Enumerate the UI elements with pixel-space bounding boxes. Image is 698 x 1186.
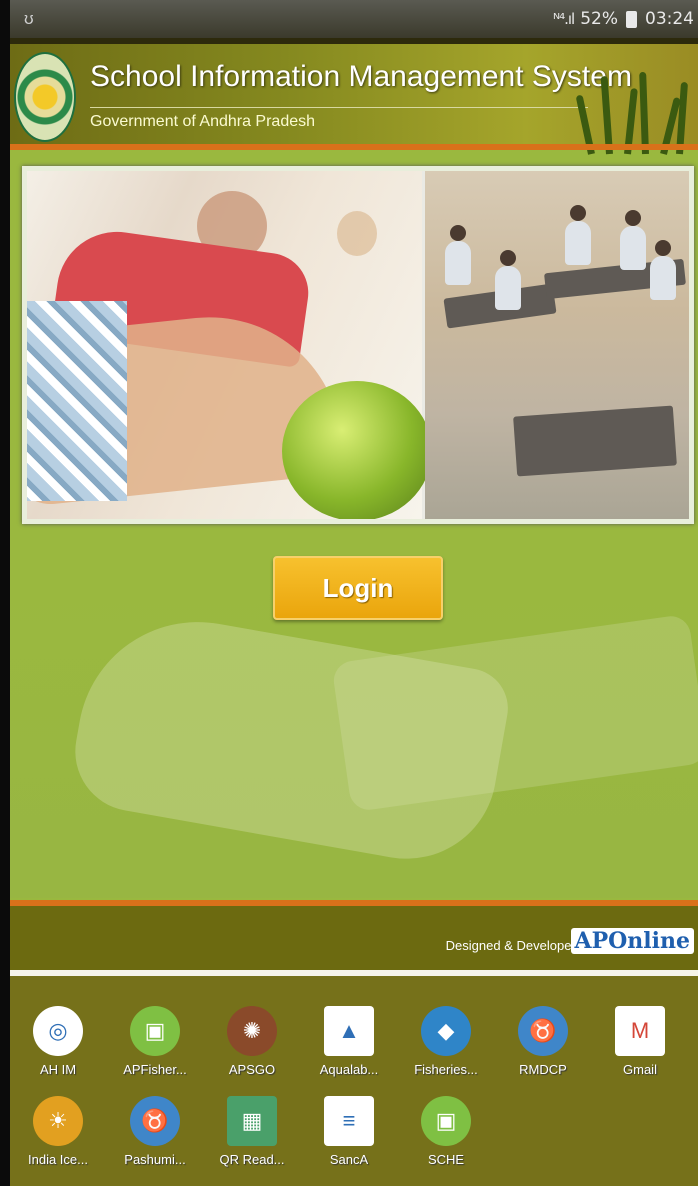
app-subtitle: Government of Andhra Pradesh — [90, 113, 316, 130]
dock-app-label: Aqualab... — [319, 1062, 379, 1077]
notification-icon: ʊ — [24, 9, 34, 28]
dock-app-apsgo[interactable]: ✺ APSGO — [204, 1006, 300, 1077]
government-emblem-icon — [14, 52, 76, 142]
dock-app-gmail[interactable]: M Gmail — [592, 1006, 688, 1077]
dock-app-sanca[interactable]: ≡ SancA — [301, 1096, 397, 1167]
screen-edge — [0, 0, 10, 1186]
dock-app-aqualab[interactable]: ▲ Aqualab... — [301, 1006, 397, 1077]
dock-app-label: Fisheries... — [414, 1062, 478, 1077]
login-button[interactable]: Login — [273, 556, 443, 620]
students-photo — [27, 171, 432, 519]
dock-app-label: APSGO — [228, 1062, 276, 1077]
dock-app-fisheries[interactable]: ◆ Fisheries... — [398, 1006, 494, 1077]
apple-image — [282, 381, 432, 519]
dock-app-pashumi[interactable]: ♉ Pashumi... — [107, 1096, 203, 1167]
signal-icon: ᴺ⁴.ıl — [553, 10, 575, 28]
app-footer: Designed & Developed by APOnline — [10, 900, 698, 970]
dock-app-label: RMDCP — [519, 1062, 567, 1077]
dock-app-label: Pashumi... — [124, 1152, 186, 1167]
dock-app-label: AH IM — [39, 1062, 77, 1077]
dock-app-qr-read[interactable]: ▦ QR Read... — [204, 1096, 300, 1167]
flask-icon: ▲ — [324, 1006, 374, 1056]
dock-app-label: SancA — [329, 1152, 369, 1167]
fish-icon: ◆ — [421, 1006, 471, 1056]
dock-app-india-ice[interactable]: ☀ India Ice... — [10, 1096, 106, 1167]
app-dock: ◎ AH IM ▣ APFisher... ✺ APSGO ▲ Aqualab... ◆ Fish… — [10, 976, 698, 1186]
dock-app-label: Gmail — [623, 1062, 657, 1077]
app-title: School Information Management System — [90, 60, 632, 93]
qr-icon: ▦ — [227, 1096, 277, 1146]
android-icon: ▣ — [130, 1006, 180, 1056]
grass-decoration — [575, 71, 689, 155]
dock-app-sche[interactable]: ▣ SCHE — [398, 1096, 494, 1167]
cattle-icon: ✺ — [227, 1006, 277, 1056]
dock-app-rmdcp[interactable]: ♉ RMDCP — [495, 1006, 591, 1077]
dock-app-ah-im[interactable]: ◎ AH IM — [10, 1006, 106, 1077]
aponline-logo: APOnline — [570, 928, 694, 954]
cow-icon: ♉ — [518, 1006, 568, 1056]
dock-app-label: APFisher... — [123, 1062, 187, 1077]
android-icon: ▣ — [421, 1096, 471, 1146]
cow-icon: ♉ — [130, 1096, 180, 1146]
map-pin-icon: ◎ — [33, 1006, 83, 1056]
dock-app-label: India Ice... — [28, 1152, 88, 1167]
classroom-photo — [425, 171, 689, 519]
status-bar: ʊ ᴺ⁴.ıl 52% 03:24 — [10, 0, 698, 38]
header-divider — [10, 144, 698, 150]
app-screen: School Information Management System Gov… — [10, 38, 698, 970]
banner-image — [22, 166, 694, 524]
dock-app-apfisher[interactable]: ▣ APFisher... — [107, 1006, 203, 1077]
clock: 03:24 — [645, 9, 694, 29]
gmail-icon: M — [615, 1006, 665, 1056]
battery-icon — [626, 10, 637, 28]
battery-percent: 52% — [580, 9, 618, 29]
app-header: School Information Management System Gov… — [10, 38, 698, 155]
dock-app-label: QR Read... — [219, 1152, 285, 1167]
dock-app-label: SCHE — [427, 1152, 465, 1167]
title-divider — [90, 107, 588, 108]
sanca-icon: ≡ — [324, 1096, 374, 1146]
sun-icon: ☀ — [33, 1096, 83, 1146]
